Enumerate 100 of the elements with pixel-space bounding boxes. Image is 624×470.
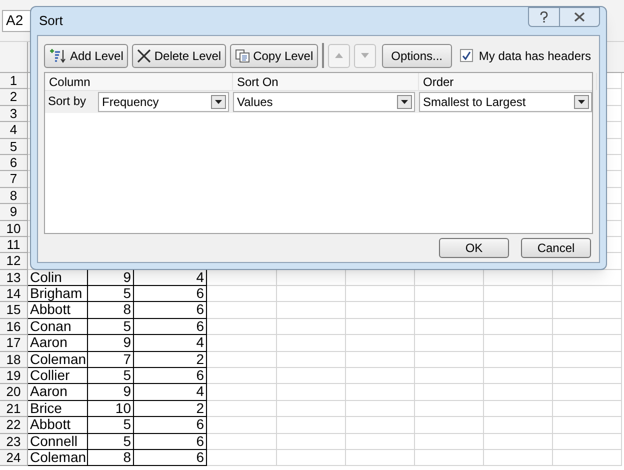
empty-cell[interactable] <box>484 352 553 368</box>
row-number[interactable]: 11 <box>0 236 28 254</box>
empty-cell[interactable] <box>553 434 622 450</box>
row-number[interactable]: 5 <box>0 138 28 155</box>
row-number[interactable]: 4 <box>0 122 28 139</box>
headers-checkbox[interactable] <box>460 49 473 62</box>
empty-cell[interactable] <box>553 368 622 384</box>
empty-cell[interactable] <box>207 417 277 434</box>
empty-cell[interactable] <box>277 335 346 352</box>
empty-cell[interactable] <box>553 335 622 352</box>
row-number[interactable]: 10 <box>0 220 28 237</box>
add-level-button[interactable]: Add Level <box>44 44 128 68</box>
empty-cell[interactable] <box>277 384 346 401</box>
empty-cell[interactable] <box>415 335 484 352</box>
empty-cell[interactable] <box>207 318 277 336</box>
empty-cell[interactable] <box>346 434 415 450</box>
empty-cell[interactable] <box>346 450 415 466</box>
empty-cell[interactable] <box>277 302 346 319</box>
empty-cell[interactable] <box>207 434 277 450</box>
row-number[interactable]: 3 <box>0 106 28 122</box>
empty-cell[interactable] <box>207 450 277 466</box>
empty-cell[interactable] <box>415 450 484 466</box>
empty-cell[interactable] <box>277 417 346 434</box>
row-number[interactable]: 18 <box>0 352 28 368</box>
empty-cell[interactable] <box>277 450 346 466</box>
delete-level-button[interactable]: Delete Level <box>132 44 226 68</box>
empty-cell[interactable] <box>415 352 484 368</box>
row-number[interactable]: 16 <box>0 318 28 336</box>
empty-cell[interactable] <box>277 368 346 384</box>
empty-cell[interactable] <box>553 400 622 418</box>
row-number[interactable]: 12 <box>0 253 28 270</box>
dropdown[interactable]: Values <box>233 92 415 112</box>
empty-cell[interactable] <box>553 450 622 466</box>
empty-cell[interactable] <box>207 335 277 352</box>
row-number[interactable]: 13 <box>0 270 28 286</box>
empty-cell[interactable] <box>277 286 346 302</box>
row-number[interactable]: 22 <box>0 417 28 434</box>
empty-cell[interactable] <box>484 318 553 336</box>
empty-cell[interactable] <box>484 450 553 466</box>
empty-cell[interactable] <box>553 417 622 434</box>
row-number[interactable]: 17 <box>0 335 28 352</box>
dropdown[interactable]: Frequency <box>98 92 229 112</box>
row-number[interactable]: 7 <box>0 171 28 188</box>
empty-cell[interactable] <box>277 434 346 450</box>
row-number[interactable]: 15 <box>0 302 28 319</box>
row-number[interactable]: 21 <box>0 400 28 418</box>
empty-cell[interactable] <box>277 400 346 418</box>
empty-cell[interactable] <box>346 352 415 368</box>
empty-cell[interactable] <box>346 286 415 302</box>
dropdown[interactable]: Smallest to Largest <box>419 92 592 112</box>
empty-cell[interactable] <box>484 335 553 352</box>
row-number[interactable]: 23 <box>0 434 28 450</box>
empty-cell[interactable] <box>207 400 277 418</box>
empty-cell[interactable] <box>484 417 553 434</box>
empty-cell[interactable] <box>207 302 277 319</box>
empty-cell[interactable] <box>484 384 553 401</box>
row-number[interactable]: 6 <box>0 154 28 172</box>
empty-cell[interactable] <box>277 318 346 336</box>
empty-cell[interactable] <box>415 318 484 336</box>
empty-cell[interactable] <box>346 318 415 336</box>
empty-cell[interactable] <box>346 302 415 319</box>
empty-cell[interactable] <box>415 368 484 384</box>
name-box[interactable]: A2 <box>2 10 32 32</box>
empty-cell[interactable] <box>484 400 553 418</box>
sort-level-row[interactable]: Sort by Frequency Values Smallest to Largest <box>45 91 592 113</box>
row-number[interactable]: 1 <box>0 73 28 90</box>
empty-cell[interactable] <box>415 400 484 418</box>
row-number[interactable]: 14 <box>0 286 28 302</box>
empty-cell[interactable] <box>553 302 622 319</box>
empty-cell[interactable] <box>207 286 277 302</box>
empty-cell[interactable] <box>346 335 415 352</box>
empty-cell[interactable] <box>277 352 346 368</box>
empty-cell[interactable] <box>484 434 553 450</box>
empty-cell[interactable] <box>207 352 277 368</box>
row-number[interactable]: 24 <box>0 450 28 466</box>
empty-cell[interactable] <box>415 286 484 302</box>
row-number[interactable]: 8 <box>0 188 28 204</box>
row-number[interactable]: 19 <box>0 368 28 384</box>
empty-cell[interactable] <box>553 352 622 368</box>
close-button[interactable] <box>560 7 600 27</box>
empty-cell[interactable] <box>415 417 484 434</box>
empty-cell[interactable] <box>207 368 277 384</box>
ok-button[interactable]: OK <box>439 238 509 258</box>
copy-level-button[interactable]: Copy Level <box>230 44 318 68</box>
empty-cell[interactable] <box>346 417 415 434</box>
empty-cell[interactable] <box>484 368 553 384</box>
empty-cell[interactable] <box>484 286 553 302</box>
empty-cell[interactable] <box>553 318 622 336</box>
row-number[interactable]: 20 <box>0 384 28 401</box>
empty-cell[interactable] <box>346 384 415 401</box>
empty-cell[interactable] <box>415 434 484 450</box>
empty-cell[interactable] <box>484 302 553 319</box>
cancel-button[interactable]: Cancel <box>521 238 591 258</box>
row-number[interactable]: 9 <box>0 204 28 221</box>
empty-cell[interactable] <box>553 384 622 401</box>
empty-cell[interactable] <box>346 368 415 384</box>
empty-cell[interactable] <box>415 302 484 319</box>
empty-cell[interactable] <box>553 286 622 302</box>
help-button[interactable] <box>528 7 560 27</box>
options-button[interactable]: Options... <box>382 44 452 68</box>
